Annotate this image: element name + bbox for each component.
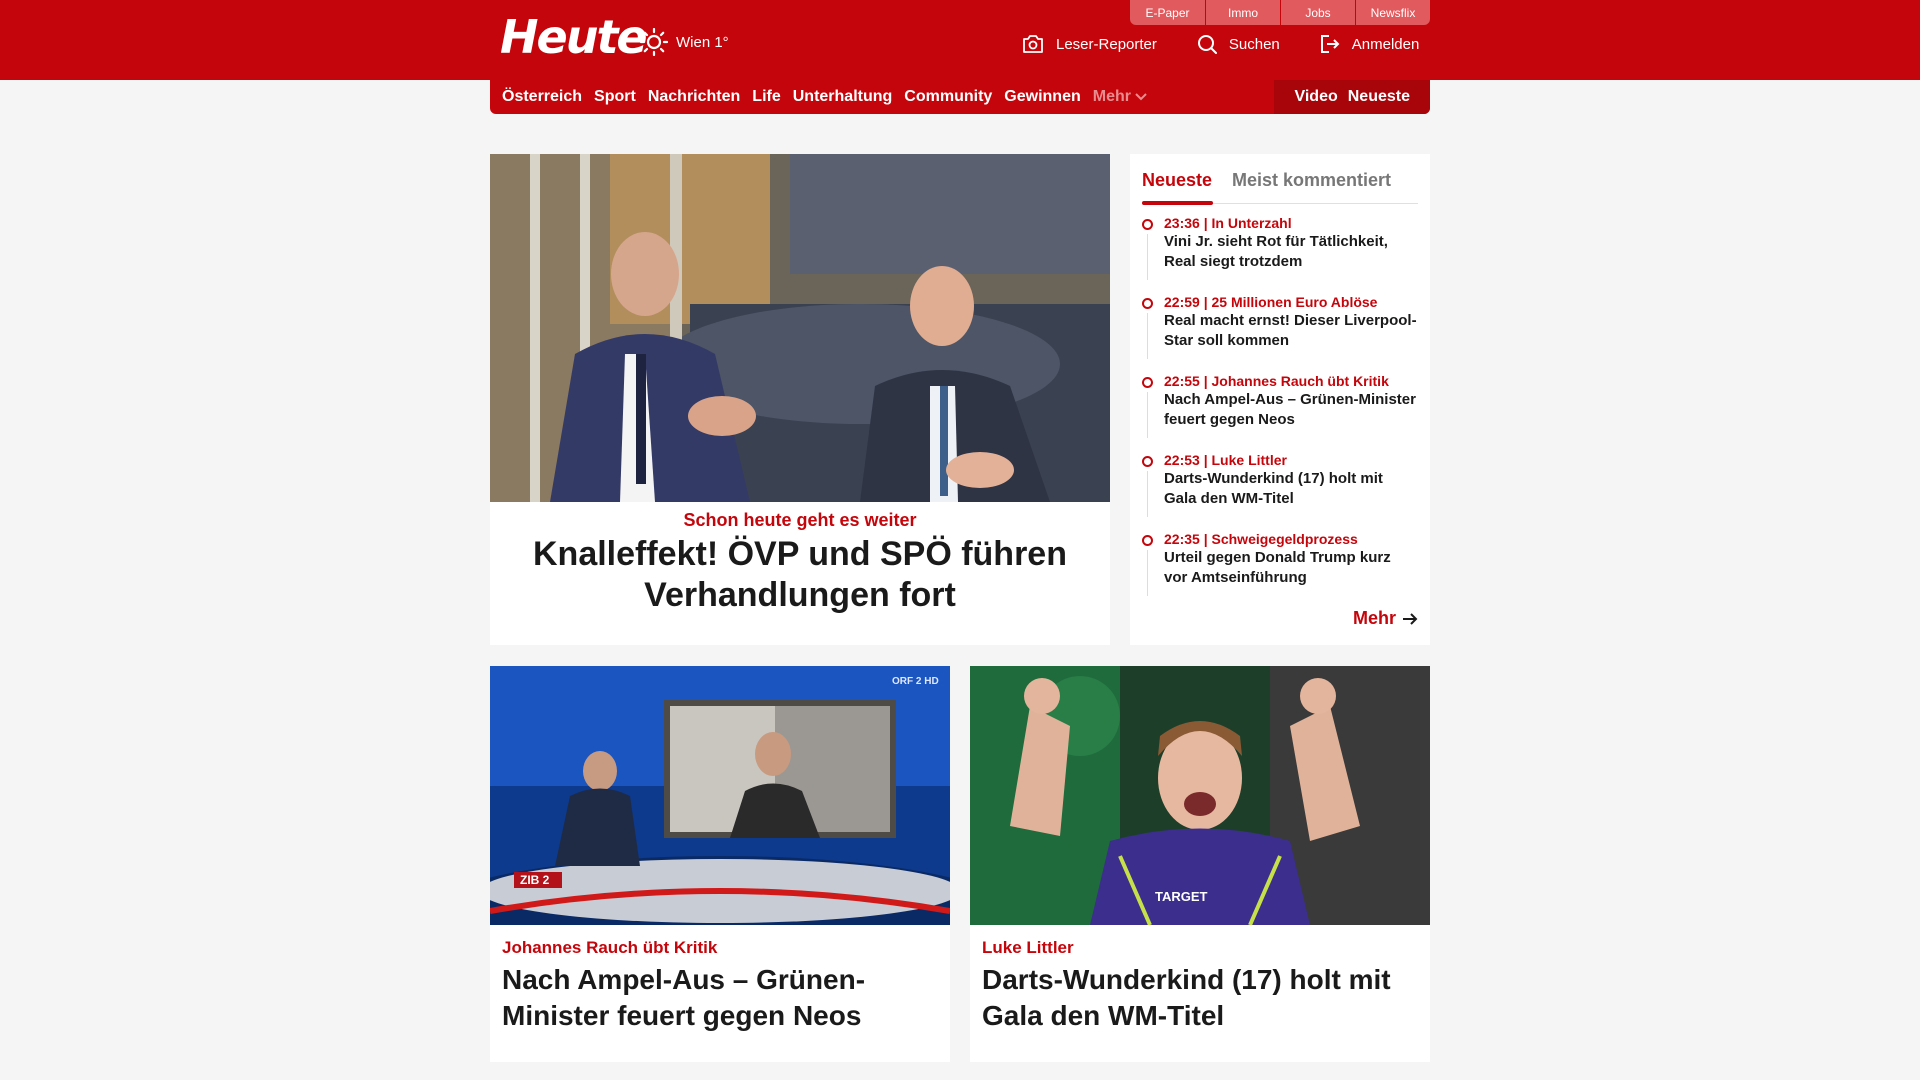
site-logo[interactable]: Heute [500,10,648,64]
top-link-immo[interactable]: Immo [1205,0,1280,25]
hero-article[interactable]: Schon heute geht es weiter Knalleffekt! … [490,154,1110,645]
top-link-epaper[interactable]: E-Paper [1130,0,1205,25]
timeline-dot [1142,219,1153,230]
timeline-line [1147,550,1148,596]
nav-item-video[interactable]: Video [1294,88,1337,106]
hero-image [490,154,1110,502]
channel-logo: ORF 2 HD [892,676,939,687]
news-meta: 22:55 | Johannes Rauch übt Kritik [1164,373,1389,389]
news-meta: 22:59 | 25 Millionen Euro Ablöse [1164,294,1378,310]
tab-meist-kommentiert[interactable]: Meist kommentiert [1232,170,1391,191]
news-meta: 22:35 | Schweigegeldprozess [1164,531,1358,547]
news-title[interactable]: Urteil gegen Donald Trump kurz vor Amtse… [1164,548,1418,588]
more-news-label: Mehr [1352,608,1396,628]
top-links: E-Paper Immo Jobs Newsflix [1130,0,1430,25]
news-meta: 23:36 | In Unterzahl [1164,215,1292,231]
article-image: ZIB 2 ORF 2 HD [490,666,950,925]
news-meta: 22:53 | Luke Littler [1164,452,1287,468]
sidebar-tabs: Neueste Meist kommentiert [1142,162,1418,205]
timeline-dot [1142,298,1153,309]
login-label: Anmelden [1351,35,1420,53]
card-kicker: Johannes Rauch übt Kritik [502,938,718,957]
news-list: 23:36 | In Unterzahl Vini Jr. sieht Rot … [1142,214,1418,609]
top-link-jobs[interactable]: Jobs [1280,0,1355,25]
article-card[interactable]: TARGET Luke Littler Darts-Wunderkind (17… [970,666,1430,1062]
news-title[interactable]: Vini Jr. sieht Rot für Tätlichkeit, Real… [1164,232,1418,272]
leser-reporter-label: Leser-Reporter [1056,35,1157,53]
timeline-line [1147,471,1148,517]
timeline-dot [1142,456,1153,467]
list-item[interactable]: 22:35 | Schweigegeldprozess Urteil gegen… [1142,530,1418,609]
camera-icon [1023,35,1043,53]
nav-item-nachrichten[interactable]: Nachrichten [648,88,740,106]
nav-item-life[interactable]: Life [752,88,780,106]
active-tab-indicator [1142,201,1213,205]
card-title[interactable]: Darts-Wunderkind (17) holt mit Gala den … [982,962,1418,1034]
tab-neueste[interactable]: Neueste [1142,170,1212,191]
nav-item-community[interactable]: Community [904,88,992,106]
latest-news-sidebar: Neueste Meist kommentiert 23:36 | In Unt… [1130,154,1430,645]
card-title[interactable]: Nach Ampel-Aus – Grünen-Minister feuert … [502,962,938,1034]
list-item[interactable]: 23:36 | In Unterzahl Vini Jr. sieht Rot … [1142,214,1418,293]
site-header: Heute Wien 1° E-Paper Immo Jobs Newsflix… [0,0,1920,80]
login-button[interactable]: Anmelden [1320,34,1420,54]
timeline-dot [1142,377,1153,388]
tv-badge: ZIB 2 [520,873,550,887]
timeline-line [1147,313,1148,359]
hero-kicker: Schon heute geht es weiter [683,510,917,530]
nav-item-neueste[interactable]: Neueste [1348,88,1410,106]
login-icon [1320,35,1340,53]
timeline-line [1147,392,1148,438]
nav-item-sport[interactable]: Sport [594,88,636,106]
sun-icon [640,28,668,56]
more-news-link[interactable]: Mehr [1353,608,1418,629]
article-image: TARGET [970,666,1430,925]
search-button[interactable]: Suchen [1197,34,1280,54]
nav-more-label: Mehr [1092,88,1131,105]
search-icon [1197,35,1217,54]
list-item[interactable]: 22:53 | Luke Littler Darts-Wunderkind (1… [1142,451,1418,530]
nav-right-group: Video Neueste [1274,80,1430,114]
weather-widget[interactable]: Wien 1° [640,28,729,56]
article-card[interactable]: ZIB 2 ORF 2 HD Johannes Rauch übt Kritik… [490,666,950,1062]
timeline-line [1147,234,1148,280]
weather-text: Wien 1° [676,33,729,51]
hero-title[interactable]: Knalleffekt! ÖVP und SPÖ führen Verhandl… [530,534,1070,616]
news-title[interactable]: Nach Ampel-Aus – Grünen-Minister feuert … [1164,390,1418,430]
card-kicker: Luke Littler [982,938,1074,957]
chevron-down-icon [1135,93,1147,101]
main-nav: Österreich Sport Nachrichten Life Unterh… [490,80,1430,114]
header-actions: Leser-Reporter Suchen Anmelden [1022,34,1419,54]
list-item[interactable]: 22:59 | 25 Millionen Euro Ablöse Real ma… [1142,293,1418,372]
nav-more-dropdown[interactable]: Mehr [1093,88,1147,106]
nav-item-gewinnen[interactable]: Gewinnen [1004,88,1080,106]
shirt-text: TARGET [1155,889,1208,904]
news-title[interactable]: Darts-Wunderkind (17) holt mit Gala den … [1164,469,1418,509]
top-link-newsflix[interactable]: Newsflix [1355,0,1430,25]
arrow-right-icon [1403,612,1418,625]
nav-item-oesterreich[interactable]: Österreich [502,88,582,106]
list-item[interactable]: 22:55 | Johannes Rauch übt Kritik Nach A… [1142,372,1418,451]
leser-reporter-button[interactable]: Leser-Reporter [1022,35,1157,53]
nav-item-unterhaltung[interactable]: Unterhaltung [793,88,893,106]
timeline-dot [1142,535,1153,546]
search-label: Suchen [1228,35,1280,53]
news-title[interactable]: Real macht ernst! Dieser Liverpool-Star … [1164,311,1418,351]
